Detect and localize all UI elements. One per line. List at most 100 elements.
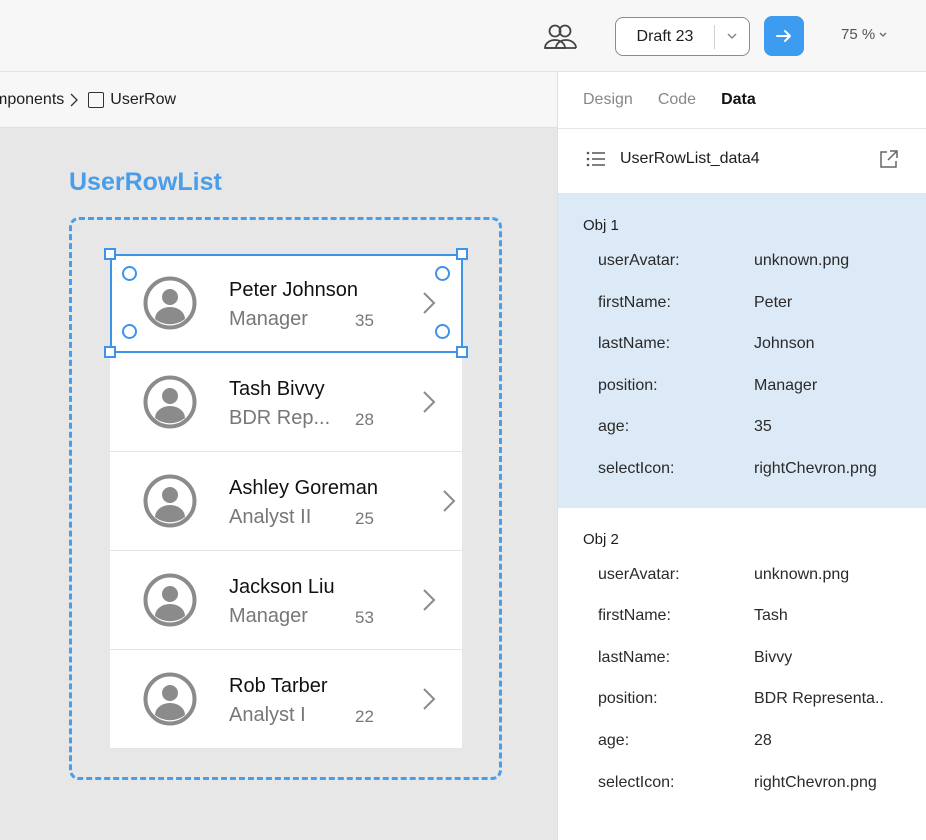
radius-handle[interactable]: [435, 324, 450, 339]
field-key: lastName:: [598, 648, 671, 666]
field-row: firstName: Peter: [558, 290, 926, 332]
user-position: Manager: [229, 308, 308, 330]
user-position: Manager: [229, 605, 308, 627]
tab-data[interactable]: Data: [721, 91, 756, 109]
chevron-right-icon[interactable]: [422, 588, 436, 612]
component-title[interactable]: UserRowList: [69, 168, 222, 197]
field-row: selectIcon: rightChevron.png: [558, 770, 926, 812]
draft-selector[interactable]: Draft 23: [615, 17, 750, 56]
external-link-icon[interactable]: [878, 148, 900, 170]
chevron-down-icon[interactable]: [715, 33, 749, 40]
field-value[interactable]: Tash: [754, 607, 788, 625]
chevron-right-icon[interactable]: [442, 489, 456, 513]
list-item[interactable]: Tash Bivvy BDR Rep... 28: [110, 353, 462, 452]
field-value[interactable]: Peter: [754, 294, 792, 312]
field-value[interactable]: rightChevron.png: [754, 460, 877, 478]
field-value[interactable]: rightChevron.png: [754, 774, 877, 792]
user-age: 28: [355, 410, 374, 429]
field-key: age:: [598, 418, 630, 436]
user-age: 35: [355, 311, 374, 330]
resize-handle[interactable]: [456, 346, 468, 358]
field-row: lastName: Johnson: [558, 331, 926, 373]
user-name: Jackson Liu: [229, 576, 335, 598]
field-row: lastName: Bivvy: [558, 645, 926, 687]
chevron-down-icon: [879, 32, 887, 37]
user-row-list: Peter Johnson Manager 35 Tash Bivvy BDR …: [110, 254, 462, 749]
field-key: userAvatar:: [598, 565, 680, 583]
user-name: Peter Johnson: [229, 279, 358, 301]
field-row: userAvatar: unknown.png: [558, 248, 926, 290]
field-key: position:: [598, 376, 658, 394]
list-item[interactable]: Rob Tarber Analyst I 22: [110, 650, 462, 749]
user-age: 53: [355, 608, 374, 627]
field-key: position:: [598, 690, 658, 708]
breadcrumb-current[interactable]: UserRow: [110, 91, 176, 109]
dataset-row[interactable]: UserRowList_data4: [558, 129, 926, 194]
list-icon: [586, 151, 605, 167]
dataset-name: UserRowList_data4: [620, 150, 760, 167]
user-position: BDR Rep...: [229, 407, 331, 429]
field-row: position: Manager: [558, 373, 926, 415]
tab-code[interactable]: Code: [658, 91, 696, 109]
field-row: age: 28: [558, 728, 926, 770]
breadcrumb-parent[interactable]: mponents: [0, 91, 64, 109]
list-item[interactable]: Jackson Liu Manager 53: [110, 551, 462, 650]
arrow-right-icon: [776, 30, 791, 42]
field-row: selectIcon: rightChevron.png: [558, 456, 926, 498]
inspector-tabs: Design Code Data: [558, 72, 926, 129]
field-key: lastName:: [598, 335, 671, 353]
chevron-right-icon[interactable]: [422, 390, 436, 414]
radius-handle[interactable]: [122, 324, 137, 339]
publish-button[interactable]: [764, 16, 804, 56]
field-value[interactable]: 35: [754, 418, 772, 436]
field-row: firstName: Tash: [558, 603, 926, 645]
avatar-icon: [143, 672, 197, 726]
field-key: age:: [598, 731, 630, 749]
avatar-icon: [143, 375, 197, 429]
avatar-icon: [143, 276, 197, 330]
user-name: Ashley Goreman: [229, 477, 378, 499]
field-value[interactable]: unknown.png: [754, 252, 849, 270]
inspector-panel: Design Code Data UserRowList_data4 Obj 1…: [557, 72, 926, 840]
avatar-icon: [143, 573, 197, 627]
user-age: 25: [355, 509, 374, 528]
field-key: selectIcon:: [598, 459, 675, 477]
radius-handle[interactable]: [435, 266, 450, 281]
user-name: Rob Tarber: [229, 675, 328, 697]
object-title: Obj 2: [583, 530, 619, 548]
chevron-right-icon[interactable]: [422, 291, 436, 315]
field-row: position: BDR Representa..: [558, 686, 926, 728]
resize-handle[interactable]: [104, 346, 116, 358]
user-position: Analyst II: [229, 506, 312, 528]
radius-handle[interactable]: [122, 266, 137, 281]
field-value[interactable]: 28: [754, 732, 772, 750]
breadcrumb: mponents UserRow: [0, 91, 176, 109]
draft-label: Draft 23: [636, 27, 694, 45]
zoom-label: 75 %: [841, 26, 876, 43]
user-position: Analyst I: [229, 704, 306, 726]
field-row: age: 35: [558, 414, 926, 456]
zoom-control[interactable]: 75 %: [841, 26, 887, 43]
resize-handle[interactable]: [104, 248, 116, 260]
field-value[interactable]: Manager: [754, 377, 817, 395]
breadcrumb-bar: mponents UserRow: [0, 72, 557, 128]
chevron-right-icon[interactable]: [422, 687, 436, 711]
field-key: firstName:: [598, 607, 671, 625]
user-name: Tash Bivvy: [229, 378, 325, 400]
field-value[interactable]: unknown.png: [754, 566, 849, 584]
field-value[interactable]: Johnson: [754, 335, 815, 353]
component-icon: [88, 92, 105, 108]
list-item[interactable]: Peter Johnson Manager 35: [110, 254, 462, 353]
field-value[interactable]: BDR Representa..: [754, 690, 884, 708]
resize-handle[interactable]: [456, 248, 468, 260]
field-value[interactable]: Bivvy: [754, 649, 792, 667]
user-age: 22: [355, 707, 374, 726]
tab-design[interactable]: Design: [583, 91, 633, 109]
list-item[interactable]: Ashley Goreman Analyst II 25: [110, 452, 462, 551]
users-icon[interactable]: [542, 22, 578, 52]
field-key: firstName:: [598, 293, 671, 311]
data-object[interactable]: Obj 2 userAvatar: unknown.png firstName: T…: [558, 508, 926, 822]
data-object[interactable]: Obj 1 userAvatar: unknown.png firstName: P…: [558, 194, 926, 508]
avatar-icon: [143, 474, 197, 528]
field-row: userAvatar: unknown.png: [558, 562, 926, 604]
